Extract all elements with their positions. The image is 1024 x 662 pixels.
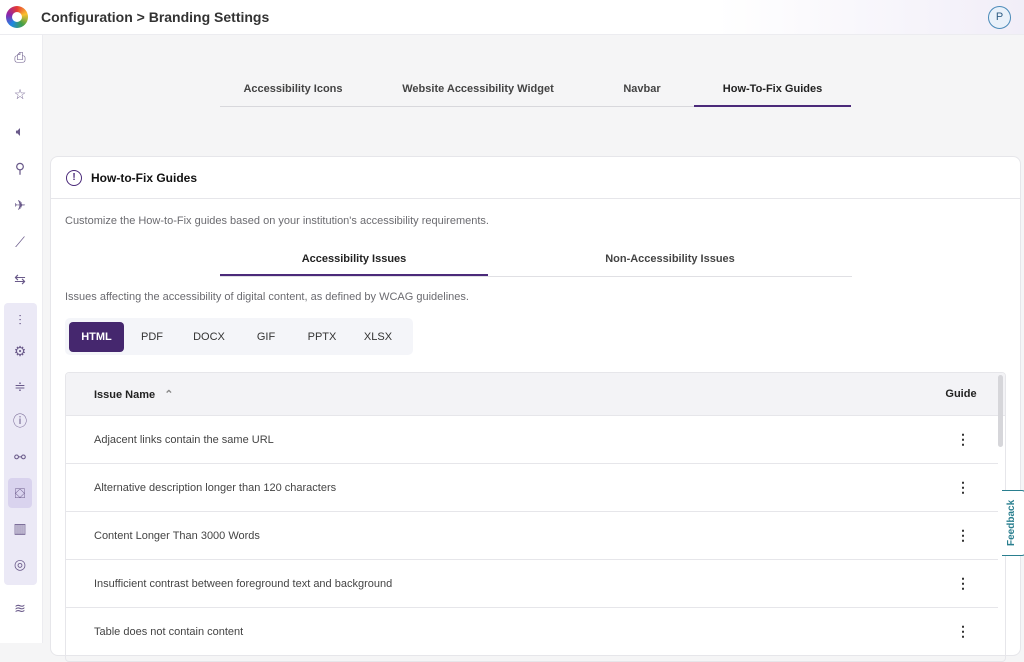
- how-to-fix-card: ! How-to-Fix Guides Customize the How-to…: [50, 156, 1021, 656]
- card-header: ! How-to-Fix Guides: [51, 157, 1020, 199]
- table-scrollbar[interactable]: [998, 375, 1003, 447]
- sidebar: ⎙ ☆ 🔈︎ ⚲ ✈︎ ⟋ ⇆ ⫶ ⚙︎ ≑ ⓘ ⚯ ⛋ ▥ ◎ ≋: [0, 35, 43, 643]
- gear-icon[interactable]: ⚙︎: [8, 339, 32, 363]
- issue-name-label: Issue Name: [94, 389, 155, 401]
- alert-icon: !: [66, 170, 82, 186]
- tab-navbar[interactable]: Navbar: [590, 78, 694, 107]
- issues-table: Issue Name ⌃ Guide Adjacent links contai…: [65, 372, 1006, 662]
- issue-name: Content Longer Than 3000 Words: [66, 530, 928, 542]
- table-header: Issue Name ⌃ Guide: [66, 373, 1005, 416]
- plug-icon[interactable]: ⚯: [8, 445, 32, 469]
- issue-name: Table does not contain content: [66, 626, 928, 638]
- format-gif[interactable]: GIF: [238, 322, 294, 352]
- plane-icon[interactable]: ✈︎: [8, 193, 32, 217]
- tab-non-accessibility-issues[interactable]: Non-Accessibility Issues: [488, 247, 852, 276]
- speaker-icon[interactable]: 🔈︎: [8, 119, 32, 143]
- table-row[interactable]: Insufficient contrast between foreground…: [66, 560, 998, 608]
- layers-icon[interactable]: ≋: [8, 596, 32, 620]
- issue-name: Alternative description longer than 120 …: [66, 482, 928, 494]
- settings-tabs: Accessibility Icons Website Accessibilit…: [220, 78, 851, 107]
- tab-how-to-fix-guides[interactable]: How-To-Fix Guides: [694, 78, 851, 107]
- page-title: Configuration > Branding Settings: [41, 9, 269, 25]
- line-chart-icon[interactable]: ⟋: [8, 230, 32, 254]
- format-docx[interactable]: DOCX: [180, 322, 238, 352]
- tab-accessibility-icons[interactable]: Accessibility Icons: [220, 78, 366, 107]
- top-header: Configuration > Branding Settings P: [0, 0, 1024, 35]
- paint-bucket-icon[interactable]: ⛋: [8, 478, 32, 508]
- user-settings-icon[interactable]: ◎: [8, 552, 32, 576]
- issue-name: Insufficient contrast between foreground…: [66, 578, 928, 590]
- issues-description: Issues affecting the accessibility of di…: [65, 291, 469, 303]
- tab-website-widget[interactable]: Website Accessibility Widget: [366, 78, 590, 107]
- card-title: How-to-Fix Guides: [91, 171, 197, 185]
- document-audio-icon[interactable]: ⎙: [8, 45, 32, 69]
- more-options-icon[interactable]: ⋮: [928, 479, 998, 496]
- sort-icon[interactable]: ⌃: [164, 389, 173, 401]
- sliders-icon[interactable]: ⫶: [8, 308, 32, 332]
- user-avatar[interactable]: P: [988, 6, 1011, 29]
- star-person-icon[interactable]: ☆: [8, 82, 32, 106]
- more-options-icon[interactable]: ⋮: [928, 575, 998, 592]
- table-row[interactable]: Alternative description longer than 120 …: [66, 464, 998, 512]
- format-html[interactable]: HTML: [69, 322, 124, 352]
- card-description: Customize the How-to-Fix guides based on…: [65, 215, 489, 227]
- format-xlsx[interactable]: XLSX: [350, 322, 406, 352]
- tab-accessibility-issues[interactable]: Accessibility Issues: [220, 247, 488, 276]
- format-pptx[interactable]: PPTX: [294, 322, 350, 352]
- feedback-button[interactable]: Feedback: [1002, 490, 1024, 556]
- format-pdf[interactable]: PDF: [124, 322, 180, 352]
- guide-header: Guide: [926, 388, 996, 400]
- format-selector: HTML PDF DOCX GIF PPTX XLSX: [65, 318, 413, 355]
- user-voice-icon[interactable]: ⚲: [8, 156, 32, 180]
- more-options-icon[interactable]: ⋮: [928, 527, 998, 544]
- issue-name-header[interactable]: Issue Name ⌃: [66, 388, 926, 401]
- alert-badge-icon[interactable]: ⓘ: [8, 409, 32, 433]
- issue-type-tabs: Accessibility Issues Non-Accessibility I…: [220, 247, 852, 277]
- adjust-icon[interactable]: ≑: [8, 374, 32, 398]
- more-options-icon[interactable]: ⋮: [928, 623, 998, 640]
- table-row[interactable]: Content Longer Than 3000 Words⋮: [66, 512, 998, 560]
- table-row[interactable]: Adjacent links contain the same URL⋮: [66, 416, 998, 464]
- building-icon[interactable]: ▥: [8, 516, 32, 540]
- more-options-icon[interactable]: ⋮: [928, 431, 998, 448]
- app-logo[interactable]: [6, 6, 28, 28]
- issue-name: Adjacent links contain the same URL: [66, 434, 928, 446]
- table-row[interactable]: Table does not contain content⋮: [66, 608, 998, 656]
- convert-icon[interactable]: ⇆: [8, 267, 32, 291]
